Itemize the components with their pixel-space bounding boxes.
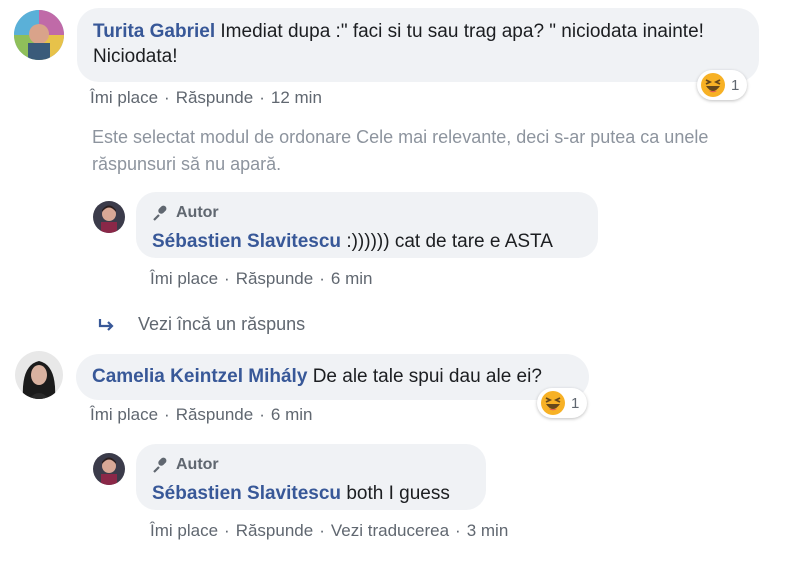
reaction-count-badge[interactable]: 1 [537,388,588,418]
comment-actions: Îmi place · Răspunde · 12 min [90,88,322,107]
reply-link[interactable]: Răspunde [236,269,314,288]
reply-bubble: Autor Sébastien Slavitescu :)))))) cat d… [136,192,598,258]
reaction-count: 1 [731,76,740,94]
reply-link[interactable]: Răspunde [176,405,254,424]
comment-bubble: Turita Gabriel Imediat dupa :" faci si t… [77,8,759,82]
author-badge-label: Autor [176,456,219,473]
reply-arrow-icon [98,318,114,331]
reply-text: both I guess [346,483,450,504]
reply-link[interactable]: Răspunde [236,521,314,540]
author-badge: Autor [152,452,470,477]
comment-author-name[interactable]: Turita Gabriel [93,21,215,42]
comment-text: De ale tale spui dau ale ei? [312,366,542,387]
view-more-replies-link[interactable]: Vezi încă un răspuns [98,314,305,335]
reply-actions: Îmi place · Răspunde · 6 min [150,269,373,288]
see-translation-link[interactable]: Vezi traducerea [331,521,449,540]
comment-bubble: Camelia Keintzel Mihály De ale tale spui… [76,354,589,400]
timestamp[interactable]: 6 min [271,405,313,424]
laughing-emoji-icon [701,73,725,97]
comment-author-name[interactable]: Camelia Keintzel Mihály [92,366,307,387]
timestamp[interactable]: 3 min [467,521,509,540]
view-more-replies-label: Vezi încă un răspuns [138,314,306,334]
microphone-icon [153,457,167,473]
sorting-notice: Este selectat modul de ordonare Cele mai… [92,127,709,174]
like-link[interactable]: Îmi place [150,521,218,540]
author-badge-label: Autor [176,204,219,221]
like-link[interactable]: Îmi place [90,88,158,107]
author-badge: Autor [152,200,582,225]
timestamp[interactable]: 12 min [271,88,322,107]
like-link[interactable]: Îmi place [150,269,218,288]
avatar-turita-gabriel[interactable] [14,10,64,60]
reaction-count-badge[interactable]: 1 [697,70,748,100]
avatar-sebastien-slavitescu[interactable] [93,453,125,485]
reply-author-name[interactable]: Sébastien Slavitescu [152,483,341,504]
reply-text: :)))))) cat de tare e ASTA [346,231,553,252]
reply-bubble: Autor Sébastien Slavitescu both I guess [136,444,486,510]
timestamp[interactable]: 6 min [331,269,373,288]
laughing-emoji-icon [541,391,565,415]
avatar-sebastien-slavitescu[interactable] [93,201,125,233]
microphone-icon [153,205,167,221]
reaction-count: 1 [571,394,580,412]
reply-link[interactable]: Răspunde [176,88,254,107]
avatar-camelia-keintzel-mihaly[interactable] [15,351,63,399]
comment-actions: Îmi place · Răspunde · 6 min [90,405,313,424]
reply-author-name[interactable]: Sébastien Slavitescu [152,231,341,252]
reply-actions: Îmi place · Răspunde · Vezi traducerea · 3 min [150,521,509,540]
like-link[interactable]: Îmi place [90,405,158,424]
